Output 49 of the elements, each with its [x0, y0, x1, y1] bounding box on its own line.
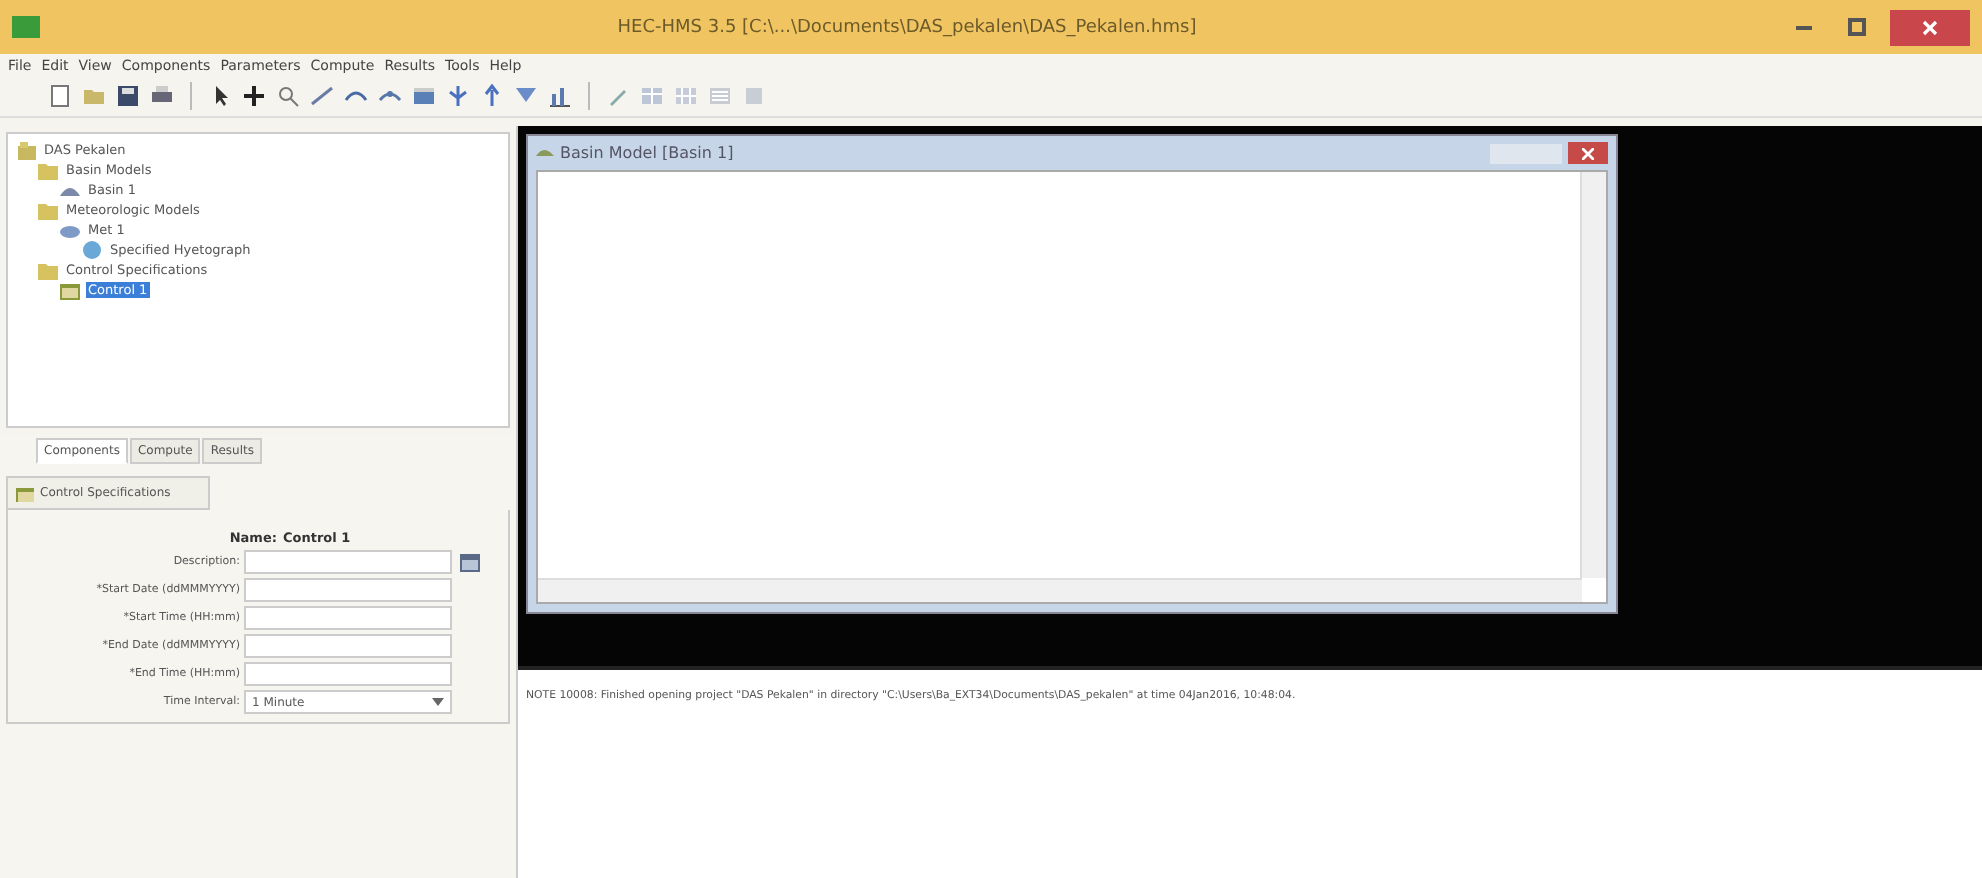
source-button[interactable]: [480, 84, 504, 108]
new-file-button[interactable]: [48, 84, 72, 108]
text-field[interactable]: [244, 662, 452, 686]
pencil-icon: [606, 84, 630, 108]
magnifier-icon: [276, 84, 300, 108]
printer-button[interactable]: [150, 84, 174, 108]
table-icon: [640, 84, 664, 108]
close-icon: [1922, 19, 1938, 35]
dropdown-arrow-icon: [432, 698, 444, 706]
diversion-icon: [446, 84, 470, 108]
reservoir-button[interactable]: [412, 84, 436, 108]
window-title: HEC-HMS 3.5 [C:\...\Documents\DAS_pekalen\DAS_Pekalen.hms]: [615, 17, 1199, 37]
diversion-button[interactable]: [446, 84, 470, 108]
line-button[interactable]: [310, 84, 334, 108]
text-field[interactable]: [244, 634, 452, 658]
pencil-button[interactable]: [606, 84, 630, 108]
folder-icon: [38, 260, 58, 280]
project-icon: [16, 140, 36, 160]
source-icon: [480, 84, 504, 108]
list-icon: [708, 84, 732, 108]
restore-icon: [1847, 18, 1865, 36]
window-icon: [536, 144, 554, 162]
text-field[interactable]: [244, 578, 452, 602]
vertical-scrollbar[interactable]: [1580, 172, 1606, 578]
window-title: Basin Model [Basin 1]: [560, 144, 736, 162]
reservoir-icon: [412, 84, 436, 108]
app-icon: [12, 16, 40, 38]
calendar-icon: [60, 280, 80, 300]
horizontal-scrollbar[interactable]: [538, 578, 1582, 602]
crosshair-icon: [242, 84, 266, 108]
text-field[interactable]: [244, 550, 452, 574]
new-file-icon: [48, 84, 72, 108]
printer-icon: [150, 84, 174, 108]
close-button[interactable]: [1568, 142, 1608, 164]
save-icon: [116, 84, 140, 108]
close-icon: [1582, 147, 1594, 159]
minimize-icon: [1796, 25, 1812, 29]
crosshair-button[interactable]: [242, 84, 266, 108]
close-button[interactable]: [1890, 9, 1970, 45]
save-button[interactable]: [116, 84, 140, 108]
folder-icon: [82, 84, 106, 108]
text-field[interactable]: [244, 606, 452, 630]
calendar-icon: [460, 553, 480, 571]
grid-icon: [674, 84, 698, 108]
chart-icon: [548, 84, 572, 108]
line-icon: [310, 84, 334, 108]
magnifier-button[interactable]: [276, 84, 300, 108]
chart-button[interactable]: [548, 84, 572, 108]
calendar-icon: [16, 484, 34, 502]
